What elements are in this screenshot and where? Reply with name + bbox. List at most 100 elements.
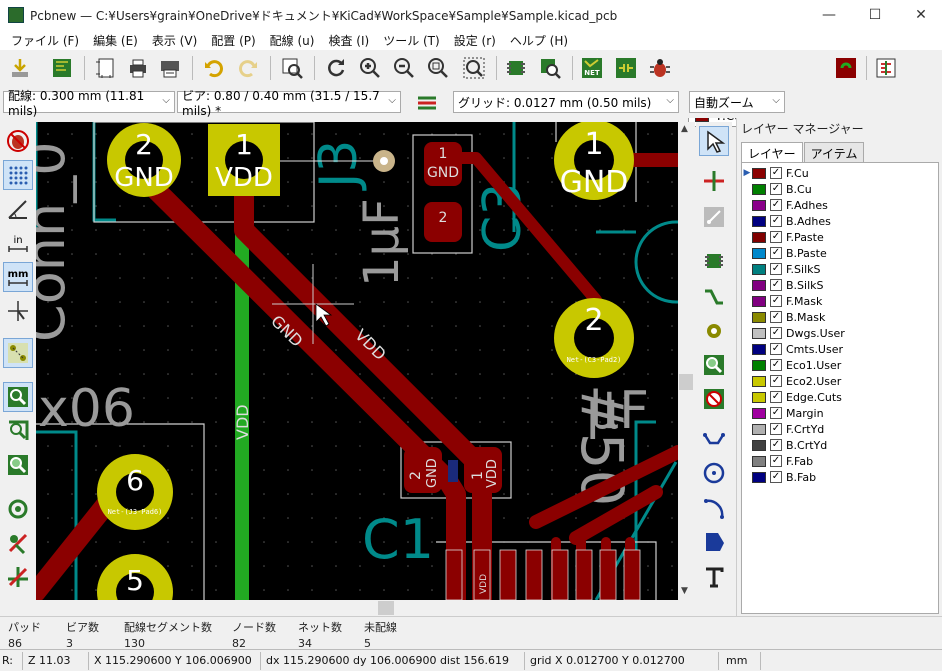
layer-visibility-checkbox[interactable]: ✓ [770,439,782,451]
layer-visibility-checkbox[interactable]: ✓ [770,263,782,275]
zoom-selection-icon[interactable] [460,54,488,82]
minimize-button[interactable]: — [806,0,852,30]
layer-color-swatch[interactable] [752,455,766,467]
menu-place[interactable]: 配置 (P) [204,32,262,49]
layer-row[interactable]: ✓ Margin [742,405,824,421]
route-track-icon[interactable] [699,282,729,312]
zoom-out-icon[interactable] [390,54,418,82]
layer-row[interactable]: ✓ F.Mask [742,293,822,309]
print-icon[interactable] [124,54,152,82]
layer-color-swatch[interactable] [752,231,766,243]
menu-route[interactable]: 配線 (u) [263,32,322,49]
layer-visibility-checkbox[interactable]: ✓ [770,311,782,323]
layer-color-swatch[interactable] [752,183,766,195]
layer-visibility-checkbox[interactable]: ✓ [770,231,782,243]
netlist-icon[interactable]: NET [578,54,606,82]
layer-visibility-checkbox[interactable]: ✓ [770,471,782,483]
pad-gnd-2[interactable]: 2 GND [107,123,181,197]
local-ratsnest-icon[interactable] [699,202,729,232]
track-sketch-icon[interactable] [3,562,33,592]
layer-row[interactable]: ✓ Eco1.User [742,357,841,373]
via-sketch-icon[interactable] [3,528,33,558]
layer-visibility-checkbox[interactable]: ✓ [770,167,782,179]
layer-row[interactable]: ✓ B.Adhes [742,213,831,229]
layer-row[interactable]: ✓ B.Fab [742,469,816,485]
layer-color-swatch[interactable] [752,407,766,419]
tab-items[interactable]: アイテム [803,142,865,164]
ratsnest-icon[interactable] [3,338,33,368]
layer-row[interactable]: ✓ B.SilkS [742,277,824,293]
layer-visibility-checkbox[interactable]: ✓ [770,359,782,371]
pad-gnd-2-right[interactable]: 2 Net-(C3-Pad2) [554,298,634,378]
layer-visibility-checkbox[interactable]: ✓ [770,199,782,211]
layer-row[interactable]: ✓ B.Cu [742,181,812,197]
hscroll-thumb[interactable] [378,601,394,615]
close-button[interactable]: ✕ [898,0,942,30]
plot-icon[interactable] [156,54,184,82]
layer-row[interactable]: ✓ Edge.Cuts [742,389,842,405]
layer-color-swatch[interactable] [752,375,766,387]
scroll-thumb[interactable] [679,374,693,390]
pad-6[interactable]: 6 Net-(J3-Pad6) [97,454,173,530]
footprint-editor-icon[interactable] [502,54,530,82]
horizontal-scrollbar[interactable] [36,600,678,616]
scripting-bug-icon[interactable] [646,54,674,82]
select-arrow-icon[interactable] [699,126,729,156]
zone-fill-icon[interactable] [3,382,33,412]
layer-visibility-checkbox[interactable]: ✓ [770,455,782,467]
layer-color-swatch[interactable] [752,391,766,403]
layer-color-swatch[interactable] [752,247,766,259]
layer-color-swatch[interactable] [752,343,766,355]
layer-color-swatch[interactable] [752,295,766,307]
layer-color-swatch[interactable] [752,311,766,323]
add-arc-icon[interactable] [699,492,729,522]
keepout-zone-icon[interactable] [699,384,729,414]
menu-inspect[interactable]: 検査 (I) [321,32,376,49]
vertical-scrollbar[interactable]: ▲ ▼ [678,122,695,600]
board-setup-icon[interactable] [48,54,76,82]
scroll-up-icon[interactable]: ▲ [681,124,688,134]
redo-icon[interactable] [234,54,262,82]
layer-row[interactable]: ✓ F.SilkS [742,261,821,277]
tab-layers[interactable]: レイヤー [741,142,803,164]
zoom-select[interactable]: 自動ズーム ⌵ [689,91,785,113]
undo-icon[interactable] [200,54,228,82]
find-icon[interactable] [278,54,306,82]
schematic-icon[interactable] [612,54,640,82]
layer-row[interactable]: ✓ B.CrtYd [742,437,827,453]
menu-tools[interactable]: ツール (T) [376,32,447,49]
layer-visibility-checkbox[interactable]: ✓ [770,391,782,403]
zone-outline-icon[interactable] [3,416,33,446]
pad-gnd-1-right[interactable]: 1 GND [554,122,634,200]
layer-row[interactable]: ✓ F.Paste [742,229,824,245]
add-polygon-icon[interactable] [699,526,729,556]
layer-color-swatch[interactable] [752,359,766,371]
python-console-icon[interactable] [872,54,900,82]
grid-select[interactable]: グリッド: 0.0127 mm (0.50 mils) ⌵ [453,91,679,113]
layer-color-swatch[interactable] [752,215,766,227]
layer-pair-icon[interactable] [832,54,860,82]
add-line-icon[interactable] [699,424,729,454]
layer-row[interactable]: ✓ Dwgs.User [742,325,845,341]
drc-off-icon[interactable] [3,126,33,156]
menu-file[interactable]: ファイル (F) [4,32,86,49]
cursor-shape-icon[interactable] [3,296,33,326]
layer-color-swatch[interactable] [752,439,766,451]
pad-sketch-icon[interactable] [3,494,33,524]
layer-color-swatch[interactable] [752,167,766,179]
layer-color-swatch[interactable] [752,199,766,211]
track-width-select[interactable]: 配線: 0.300 mm (11.81 mils) ⌵ [3,89,175,118]
layer-visibility-checkbox[interactable]: ✓ [770,183,782,195]
add-text-icon[interactable] [699,562,729,592]
add-zone-icon[interactable] [699,350,729,380]
layer-visibility-checkbox[interactable]: ✓ [770,375,782,387]
menu-view[interactable]: 表示 (V) [145,32,204,49]
menu-preferences[interactable]: 設定 (r) [447,32,503,49]
scroll-down-icon[interactable]: ▼ [681,586,688,596]
add-via-icon[interactable] [699,316,729,346]
inch-units-icon[interactable]: in [3,228,33,258]
pad-vdd-1[interactable]: 1 VDD [208,124,280,196]
layer-row[interactable]: ✓ Cmts.User [742,341,843,357]
layer-row[interactable]: ✓ B.Mask [742,309,825,325]
zoom-fit-icon[interactable] [424,54,452,82]
